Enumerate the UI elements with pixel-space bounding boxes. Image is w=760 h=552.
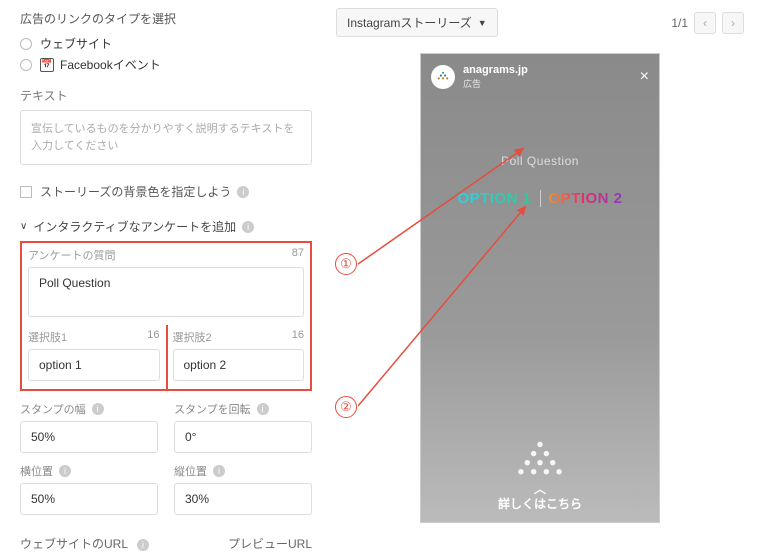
preview-cta: ︿ 詳しくはこちら	[421, 480, 659, 512]
avatar	[431, 65, 455, 89]
logo-icon	[436, 70, 450, 84]
preview-format-selector[interactable]: Instagramストーリーズ ▼	[336, 8, 498, 37]
chevron-left-icon: ‹	[703, 16, 707, 30]
link-type-title: 広告のリンクのタイプを選択	[20, 10, 312, 27]
next-button[interactable]: ›	[722, 12, 744, 34]
radio-icon	[20, 59, 32, 71]
poll-opt1-label: 選択肢1	[28, 329, 67, 345]
chevron-right-icon: ›	[731, 16, 735, 30]
story-preview: anagrams.jp 広告 × Poll Question OPTION 1 …	[420, 53, 660, 523]
poll-opt2-input[interactable]: option 2	[173, 349, 305, 381]
bg-color-label: ストーリーズの背景色を指定しよう	[40, 183, 231, 200]
chevron-up-icon: ︿	[421, 480, 659, 497]
poll-section-label: インタラクティブなアンケートを追加	[33, 218, 236, 235]
close-icon[interactable]: ×	[640, 68, 649, 86]
info-icon[interactable]: i	[92, 403, 104, 415]
poll-opt2-count: 16	[292, 329, 304, 345]
page-indicator: 1/1	[671, 16, 688, 30]
chevron-down-icon: ∨	[20, 221, 27, 232]
radio-fb-label: Facebookイベント	[60, 56, 161, 73]
ad-text-input[interactable]: 宣伝しているものを分かりやすく説明するテキストを入力してください	[20, 110, 312, 165]
info-icon[interactable]: i	[213, 465, 225, 477]
poll-opt1-count: 16	[147, 329, 159, 345]
radio-website-label: ウェブサイト	[40, 35, 112, 52]
chevron-down-icon: ▼	[478, 18, 487, 28]
radio-website[interactable]: ウェブサイト	[20, 35, 312, 52]
info-icon[interactable]: i	[59, 465, 71, 477]
stamp-rotate-label: スタンプを回転	[174, 401, 251, 417]
poll-highlight-box: アンケートの質問 87 Poll Question 選択肢1 16 option…	[20, 241, 312, 391]
poll-opt1-input[interactable]: option 1	[28, 349, 160, 381]
radio-icon	[20, 38, 32, 50]
annotation-1: ①	[335, 253, 357, 275]
poll-opt2-label: 選択肢2	[173, 329, 212, 345]
prev-button[interactable]: ‹	[694, 12, 716, 34]
stamp-rotate-input[interactable]: 0°	[174, 421, 312, 453]
poll-question-input[interactable]: Poll Question	[28, 267, 304, 317]
info-icon[interactable]: i	[237, 186, 249, 198]
info-icon[interactable]: i	[257, 403, 269, 415]
stamp-width-input[interactable]: 50%	[20, 421, 158, 453]
story-account: anagrams.jp	[463, 64, 528, 77]
bg-color-checkbox[interactable]	[20, 186, 32, 198]
poll-section-toggle[interactable]: ∨ インタラクティブなアンケートを追加 i	[20, 218, 312, 235]
facebook-event-icon: 📅	[40, 58, 54, 72]
preview-option-1: OPTION 1	[457, 190, 540, 207]
pos-x-label: 横位置	[20, 463, 53, 479]
info-icon[interactable]: i	[242, 221, 254, 233]
preview-poll-question: Poll Question	[421, 154, 659, 168]
text-label: テキスト	[20, 87, 312, 104]
preview-option-2: OPTION 2	[541, 190, 623, 207]
stamp-width-label: スタンプの幅	[20, 401, 86, 417]
preview-format-label: Instagramストーリーズ	[347, 14, 472, 31]
info-icon: i	[137, 539, 149, 551]
pos-y-label: 縦位置	[174, 463, 207, 479]
pos-y-input[interactable]: 30%	[174, 483, 312, 515]
pos-x-input[interactable]: 50%	[20, 483, 158, 515]
poll-question-label: アンケートの質問	[28, 247, 116, 263]
preview-logo	[517, 439, 563, 482]
radio-fb-event[interactable]: 📅 Facebookイベント	[20, 56, 312, 73]
story-sponsored: 広告	[463, 77, 528, 90]
annotation-2: ②	[335, 396, 357, 418]
poll-question-count: 87	[292, 247, 304, 263]
